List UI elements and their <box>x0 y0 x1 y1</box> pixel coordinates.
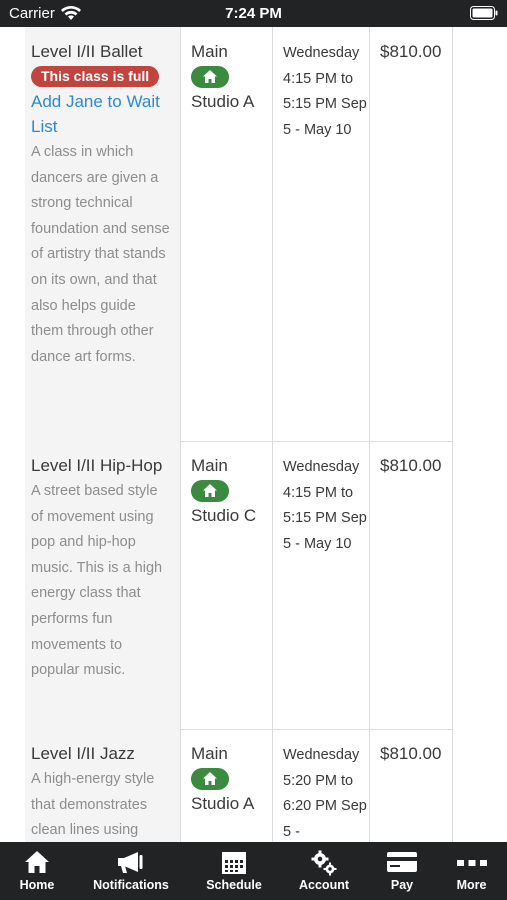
tab-schedule[interactable]: Schedule <box>188 842 280 900</box>
price-cell: $810.00 <box>369 27 452 441</box>
location-name: Main <box>191 456 228 475</box>
tab-label: Notifications <box>93 878 169 892</box>
location-badge <box>191 66 229 88</box>
gears-icon <box>311 850 337 876</box>
class-name-cell: Level I/II Hip-Hop A street based style … <box>25 441 180 729</box>
studio-name: Studio A <box>191 794 255 813</box>
tab-label: Schedule <box>206 878 262 892</box>
class-name-cell: Level I/II Jazz A high-energy style that… <box>25 729 180 842</box>
tab-label: More <box>456 878 487 892</box>
class-row[interactable]: Level I/II Hip-Hop A street based style … <box>25 441 452 730</box>
class-description: A street based style of movement using p… <box>31 483 163 679</box>
location-badge <box>191 480 229 502</box>
tab-bar: Home Notifications Schedule Account Pay … <box>0 842 507 900</box>
location-cell: Main Studio C <box>180 441 272 729</box>
tab-account[interactable]: Account <box>280 842 368 900</box>
credit-card-icon <box>387 852 417 872</box>
class-description: A high-energy style that demonstrates cl… <box>31 771 155 839</box>
battery-icon <box>470 6 498 20</box>
tab-pay[interactable]: Pay <box>368 842 436 900</box>
schedule-cell: Wednesday 4:15 PM to 5:15 PM Sep 5 - May… <box>272 441 369 729</box>
studio-name: Studio A <box>191 92 255 111</box>
class-full-badge: This class is full <box>31 66 160 87</box>
more-icon <box>456 860 487 866</box>
add-to-wait-list-link[interactable]: Add Jane to Wait List <box>31 89 171 139</box>
tab-label: Pay <box>390 878 414 892</box>
price-cell: $810.00 <box>369 729 452 842</box>
class-schedule: Wednesday 4:15 PM to 5:15 PM Sep 5 - May… <box>283 459 367 552</box>
calendar-icon <box>222 852 246 874</box>
class-price: $810.00 <box>380 456 442 475</box>
schedule-cell: Wednesday 5:20 PM to 6:20 PM Sep 5 - <box>272 729 369 842</box>
tab-notifications[interactable]: Notifications <box>74 842 188 900</box>
class-name-cell: Level I/II Ballet This class is full Add… <box>25 27 180 441</box>
home-icon <box>25 851 49 873</box>
tab-more[interactable]: More <box>436 842 507 900</box>
class-schedule: Wednesday 4:15 PM to 5:15 PM Sep 5 - May… <box>283 45 367 138</box>
location-cell: Main Studio A <box>180 729 272 842</box>
class-price: $810.00 <box>380 42 442 61</box>
home-icon <box>203 484 217 497</box>
class-list[interactable]: Level I/II Ballet This class is full Add… <box>0 27 507 842</box>
studio-name: Studio C <box>191 506 257 525</box>
location-name: Main <box>191 744 228 763</box>
home-icon <box>203 772 217 785</box>
tab-label: Account <box>299 878 349 892</box>
clock: 7:24 PM <box>225 5 282 22</box>
megaphone-icon <box>118 852 143 873</box>
price-cell: $810.00 <box>369 441 452 729</box>
location-cell: Main Studio A <box>180 27 272 441</box>
location-name: Main <box>191 42 228 61</box>
class-description: A class in which dancers are given a str… <box>31 144 170 365</box>
class-title: Level I/II Ballet <box>31 42 143 61</box>
location-badge <box>191 768 229 790</box>
class-price: $810.00 <box>380 744 442 763</box>
class-table: Level I/II Ballet This class is full Add… <box>25 27 453 842</box>
class-row[interactable]: Level I/II Ballet This class is full Add… <box>25 27 452 442</box>
class-title: Level I/II Hip-Hop <box>31 456 163 475</box>
class-title: Level I/II Jazz <box>31 744 135 763</box>
tab-home[interactable]: Home <box>0 842 74 900</box>
class-row[interactable]: Level I/II Jazz A high-energy style that… <box>25 729 452 842</box>
class-schedule: Wednesday 5:20 PM to 6:20 PM Sep 5 - <box>283 747 367 840</box>
status-bar: Carrier 7:24 PM <box>0 0 507 27</box>
tab-label: Home <box>19 878 55 892</box>
schedule-cell: Wednesday 4:15 PM to 5:15 PM Sep 5 - May… <box>272 27 369 441</box>
home-icon <box>203 70 217 83</box>
